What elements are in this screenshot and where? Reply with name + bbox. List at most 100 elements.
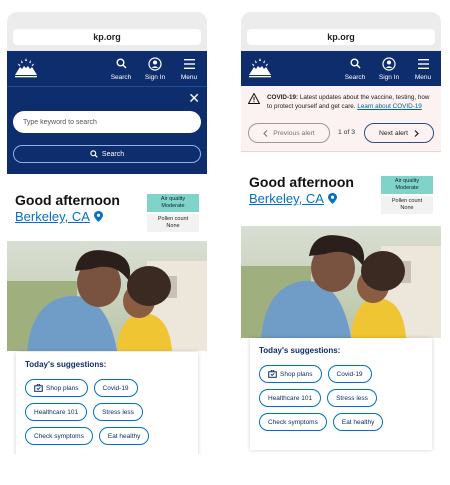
chip-label: Stress less — [336, 394, 368, 402]
search-label: Search — [110, 74, 132, 81]
chip-label: Eat healthy — [107, 432, 141, 440]
suggestion-chips: Shop plans Covid-19 Healthcare 101 Stres… — [25, 379, 189, 445]
greeting-section: Good afternoon Berkeley, CA Air quality … — [7, 190, 207, 246]
cart-icon — [34, 384, 43, 392]
chip-label: Shop plans — [280, 370, 313, 378]
alert-learn-more-link[interactable]: Learn about COVID-19 — [357, 103, 421, 110]
cart-icon — [268, 370, 277, 378]
chip-label: Shop plans — [46, 384, 79, 392]
user-icon — [140, 56, 170, 71]
warning-icon — [248, 93, 260, 104]
sign-in-button[interactable]: Sign In — [140, 56, 170, 81]
suggestions-card: Today's suggestions: Shop plans Covid-19… — [16, 352, 198, 454]
previous-alert-label: Previous alert — [273, 129, 315, 137]
previous-alert-button[interactable]: Previous alert — [248, 123, 330, 143]
suggestion-chips: Shop plans Covid-19 Healthcare 101 Stres… — [259, 365, 423, 431]
browser-url-bar: kp.org — [241, 12, 441, 51]
chip-healthcare-101[interactable]: Healthcare 101 — [259, 389, 322, 407]
search-input[interactable] — [13, 111, 201, 133]
air-quality-badge: Air quality Moderate — [147, 194, 199, 212]
location-link[interactable]: Berkeley, CA — [15, 209, 103, 224]
alert-message: COVID-19: Latest updates about the vacci… — [267, 93, 435, 111]
hero-image — [241, 226, 441, 338]
next-alert-button[interactable]: Next alert — [364, 123, 434, 143]
sign-in-label: Sign In — [144, 74, 166, 81]
search-label: Search — [344, 74, 366, 81]
kp-logo-icon[interactable] — [247, 55, 273, 81]
url-field[interactable]: kp.org — [247, 29, 435, 45]
site-header: Search Sign In Menu — [7, 51, 207, 86]
hero-image — [7, 241, 207, 351]
chip-eat-healthy[interactable]: Eat healthy — [98, 427, 150, 445]
search-icon — [90, 150, 98, 158]
next-alert-label: Next alert — [378, 129, 409, 137]
url-field[interactable]: kp.org — [13, 29, 201, 45]
alert-counter: 1 of 3 — [338, 129, 356, 136]
chip-healthcare-101[interactable]: Healthcare 101 — [25, 403, 88, 421]
location-label: Berkeley, CA — [249, 191, 324, 206]
greeting-title: Good afternoon — [15, 192, 120, 208]
location-label: Berkeley, CA — [15, 209, 90, 224]
menu-label: Menu — [180, 74, 198, 81]
location-pin-icon — [327, 193, 337, 204]
search-icon — [106, 56, 136, 71]
air-quality-label: Air quality — [394, 178, 420, 184]
chip-stress-less[interactable]: Stress less — [93, 403, 143, 421]
air-quality-widget: Air quality Moderate Pollen count None — [381, 176, 433, 214]
site-header: Search Sign In Menu — [241, 51, 441, 86]
pollen-value: None — [400, 205, 414, 211]
user-icon — [374, 56, 404, 71]
chip-label: Check symptoms — [268, 418, 318, 426]
menu-label: Menu — [414, 74, 432, 81]
suggestions-card: Today's suggestions: Shop plans Covid-19… — [250, 338, 432, 450]
chip-covid-19[interactable]: Covid-19 — [327, 365, 372, 383]
search-button[interactable]: Search — [106, 56, 136, 81]
air-quality-label: Air quality — [160, 196, 186, 202]
kp-logo-icon[interactable] — [13, 55, 39, 81]
location-link[interactable]: Berkeley, CA — [249, 191, 337, 206]
air-quality-widget: Air quality Moderate Pollen count None — [147, 194, 199, 232]
phone-search-state: kp.org Search Sign In Menu ✕ Type keywor… — [7, 12, 207, 454]
chip-label: Covid-19 — [102, 384, 129, 392]
chip-shop-plans[interactable]: Shop plans — [259, 365, 322, 383]
chip-stress-less[interactable]: Stress less — [327, 389, 377, 407]
suggestions-title: Today's suggestions: — [259, 346, 341, 355]
menu-button[interactable]: Menu — [408, 56, 438, 81]
chip-eat-healthy[interactable]: Eat healthy — [332, 413, 384, 431]
chip-covid-19[interactable]: Covid-19 — [93, 379, 138, 397]
chip-label: Stress less — [102, 408, 134, 416]
close-icon[interactable]: ✕ — [188, 91, 200, 105]
chevron-right-icon — [414, 129, 419, 137]
chip-label: Covid-19 — [336, 370, 363, 378]
pollen-badge: Pollen count None — [147, 214, 199, 232]
air-quality-value: Moderate — [161, 203, 185, 209]
greeting-section: Good afternoon Berkeley, CA Air quality … — [241, 174, 441, 230]
greeting-title: Good afternoon — [249, 174, 354, 190]
pollen-badge: Pollen count None — [381, 196, 433, 214]
covid-alert-banner: COVID-19: Latest updates about the vacci… — [241, 86, 441, 152]
search-submit-label: Search — [101, 150, 125, 158]
search-button[interactable]: Search — [340, 56, 370, 81]
suggestions-title: Today's suggestions: — [25, 360, 107, 369]
air-quality-value: Moderate — [395, 185, 419, 191]
menu-icon — [174, 56, 204, 71]
search-panel: ✕ Search — [7, 86, 207, 174]
alert-pagination: Previous alert 1 of 3 Next alert — [248, 123, 434, 143]
browser-url-bar: kp.org — [7, 12, 207, 51]
location-pin-icon — [93, 211, 103, 222]
menu-button[interactable]: Menu — [174, 56, 204, 81]
pollen-value: None — [166, 223, 180, 229]
search-submit-button[interactable]: Search — [13, 145, 201, 163]
chip-check-symptoms[interactable]: Check symptoms — [25, 427, 93, 445]
phone-alert-state: kp.org Search Sign In Menu COVID-19: Lat… — [241, 12, 441, 454]
pollen-label: Pollen count — [157, 216, 189, 222]
chip-label: Healthcare 101 — [268, 394, 313, 402]
search-icon — [340, 56, 370, 71]
chip-label: Healthcare 101 — [34, 408, 79, 416]
air-quality-badge: Air quality Moderate — [381, 176, 433, 194]
sign-in-button[interactable]: Sign In — [374, 56, 404, 81]
chip-label: Eat healthy — [341, 418, 375, 426]
chip-check-symptoms[interactable]: Check symptoms — [259, 413, 327, 431]
chip-shop-plans[interactable]: Shop plans — [25, 379, 88, 397]
chevron-left-icon — [263, 129, 268, 137]
